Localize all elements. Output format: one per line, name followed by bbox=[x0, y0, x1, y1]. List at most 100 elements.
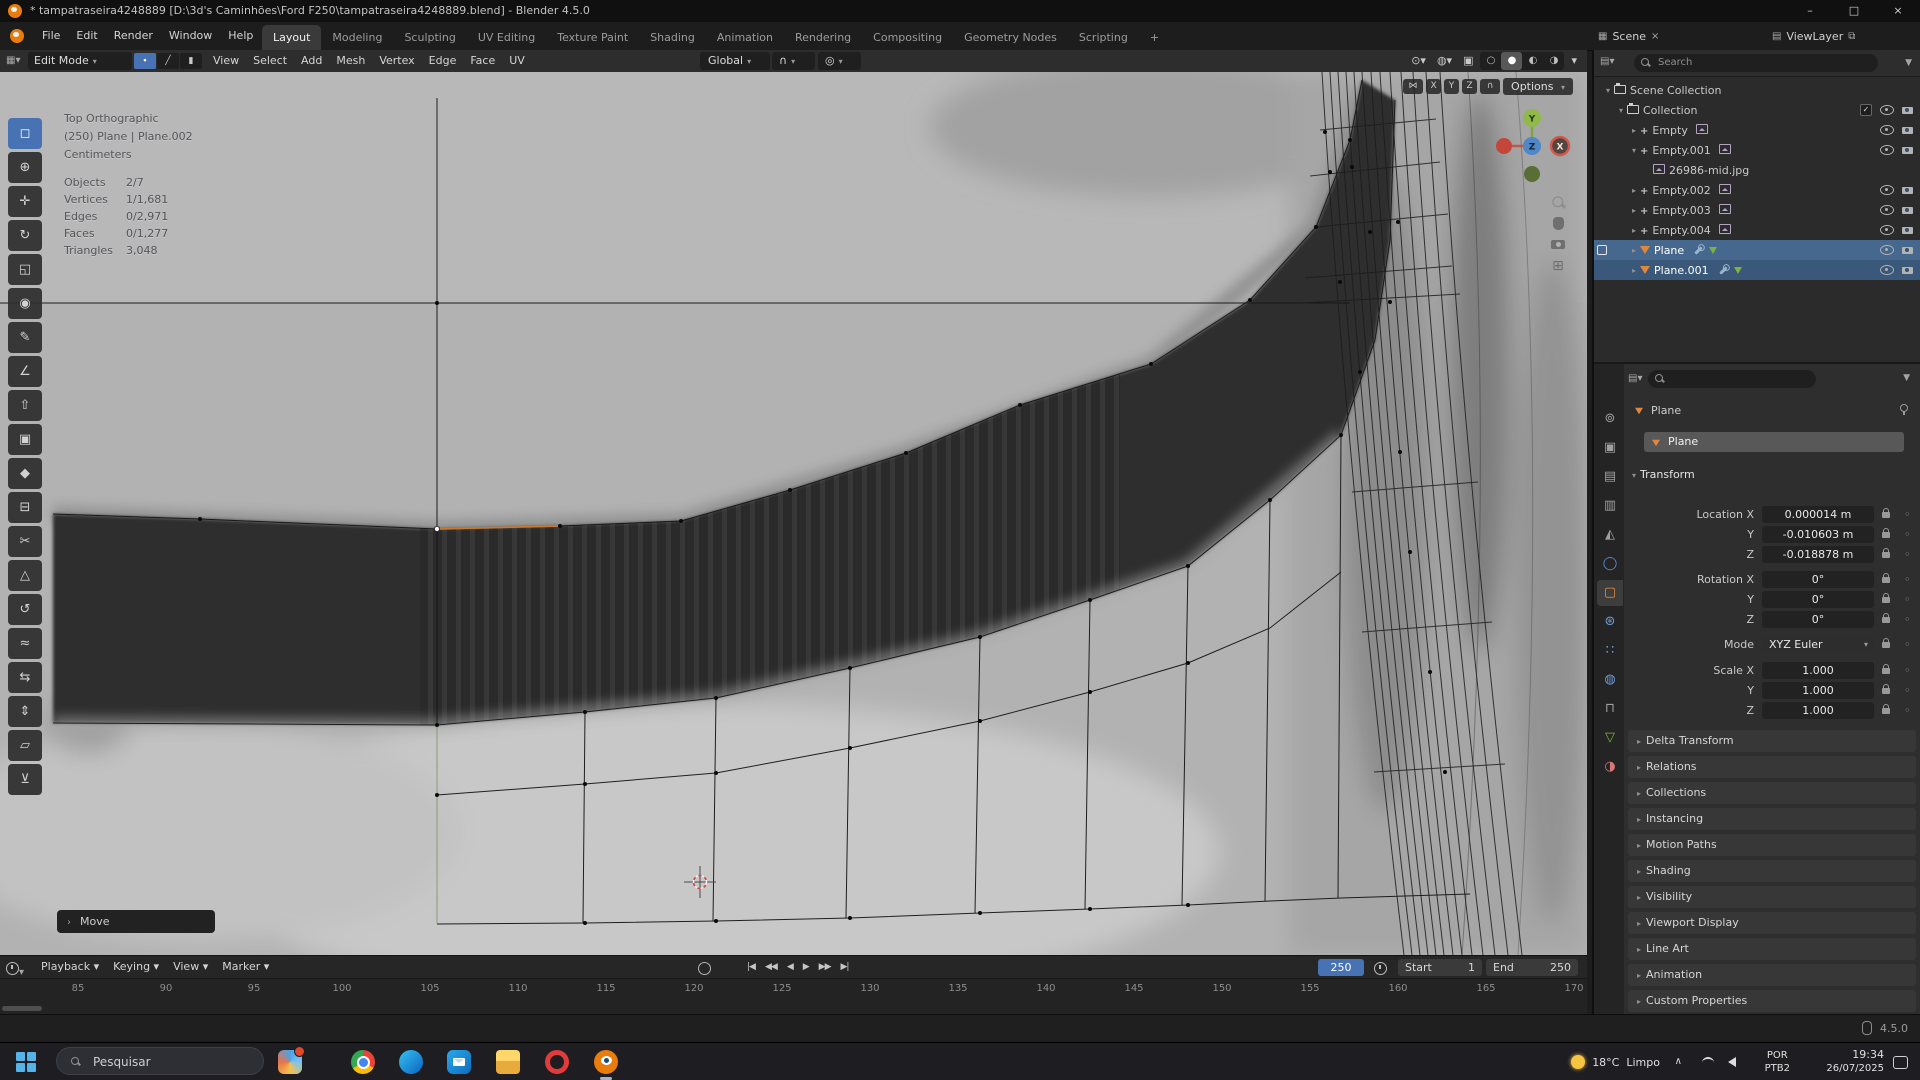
properties-tab-world[interactable]: ◯ bbox=[1597, 551, 1623, 577]
properties-tab-physics[interactable]: ◍ bbox=[1597, 667, 1623, 693]
properties-filter-icon[interactable]: ▼ bbox=[1903, 373, 1910, 383]
properties-tab-material[interactable]: ◑ bbox=[1597, 754, 1623, 780]
scene-unlink-icon[interactable]: × bbox=[1651, 31, 1659, 42]
animate-dot[interactable]: ◦ bbox=[1904, 591, 1911, 609]
value-field[interactable]: 1.000 bbox=[1762, 662, 1874, 679]
camera-icon[interactable] bbox=[1902, 247, 1913, 254]
object-name-field[interactable]: Plane bbox=[1644, 432, 1904, 452]
animate-dot[interactable]: ◦ bbox=[1904, 682, 1911, 700]
viewlayer-selector[interactable]: ▤ ViewLayer ⧉ bbox=[1772, 26, 1855, 46]
viewport-menu-mesh[interactable]: Mesh bbox=[329, 50, 372, 72]
properties-tab-constraints[interactable]: ⊓ bbox=[1597, 696, 1623, 722]
rendered-shading-button[interactable]: ◑ bbox=[1543, 52, 1564, 70]
outliner-row-26986-mid-jpg[interactable]: 26986-mid.jpg bbox=[1594, 160, 1920, 180]
properties-tab-render[interactable]: ▣ bbox=[1597, 435, 1623, 461]
tool-inset-faces[interactable]: ▣ bbox=[8, 424, 42, 455]
properties-tab-modifiers[interactable]: ⊛ bbox=[1597, 609, 1623, 635]
tool-scale[interactable]: ◱ bbox=[8, 254, 42, 285]
wifi-icon[interactable] bbox=[1702, 1057, 1714, 1066]
play-button[interactable]: ▶ bbox=[798, 956, 814, 979]
tool-shrink-fatten[interactable]: ⇕ bbox=[8, 696, 42, 727]
tool-transform[interactable]: ◉ bbox=[8, 288, 42, 319]
prev-keyframe-button[interactable]: ◀◀ bbox=[760, 956, 782, 979]
lock-icon[interactable] bbox=[1882, 708, 1890, 714]
eye-icon[interactable] bbox=[1880, 185, 1894, 195]
jump-to-start-button[interactable]: |◀ bbox=[742, 956, 760, 979]
workspace-tab-compositing[interactable]: Compositing bbox=[862, 25, 953, 50]
viewport-menu-face[interactable]: Face bbox=[463, 50, 502, 72]
value-field[interactable]: -0.010603 m bbox=[1762, 526, 1874, 543]
mirror-z-toggle[interactable]: Z bbox=[1462, 79, 1477, 94]
tool-select-box[interactable]: ◻ bbox=[8, 118, 42, 149]
camera-icon[interactable] bbox=[1902, 107, 1913, 114]
section-line-art[interactable]: ▸Line Art bbox=[1628, 938, 1916, 960]
properties-search-input[interactable] bbox=[1648, 370, 1816, 388]
value-field[interactable]: 0.000014 m bbox=[1762, 506, 1874, 523]
options-dropdown[interactable]: Options ▾ bbox=[1503, 78, 1573, 95]
timeline-scrollbar[interactable] bbox=[2, 1006, 42, 1011]
section-instancing[interactable]: ▸Instancing bbox=[1628, 808, 1916, 830]
pan-hand-icon[interactable] bbox=[1553, 217, 1564, 230]
transform-orientation-dropdown[interactable]: Global▾ bbox=[700, 52, 770, 70]
zoom-icon[interactable] bbox=[1552, 196, 1565, 209]
outliner-row-empty-002[interactable]: ▸+Empty.002 bbox=[1594, 180, 1920, 200]
outliner-row-empty-001[interactable]: ▾+Empty.001 bbox=[1594, 140, 1920, 160]
disclosure-arrow[interactable]: ▸ bbox=[1628, 206, 1640, 215]
section-relations[interactable]: ▸Relations bbox=[1628, 756, 1916, 778]
notification-center-icon[interactable] bbox=[1893, 1056, 1908, 1069]
maximize-button[interactable]: □ bbox=[1832, 0, 1876, 22]
tool-cursor[interactable]: ⊕ bbox=[8, 152, 42, 183]
tool-smooth[interactable]: ≈ bbox=[8, 628, 42, 659]
camera-view-icon[interactable] bbox=[1551, 240, 1565, 249]
mirror-y-toggle[interactable]: Y bbox=[1444, 79, 1459, 94]
tool-annotate[interactable]: ✎ bbox=[8, 322, 42, 353]
workspace-tab-sculpting[interactable]: Sculpting bbox=[393, 25, 466, 50]
viewport-menu-select[interactable]: Select bbox=[246, 50, 294, 72]
vertex-select-button[interactable]: ∙ bbox=[134, 53, 156, 69]
section-delta-transform[interactable]: ▸Delta Transform bbox=[1628, 730, 1916, 752]
mirror-x-toggle[interactable]: X bbox=[1426, 79, 1441, 94]
menu-window[interactable]: Window bbox=[161, 22, 220, 50]
lock-icon[interactable] bbox=[1882, 552, 1890, 558]
auto-keying-toggle[interactable] bbox=[698, 962, 711, 975]
timeline-ruler[interactable]: 8590951001051101151201251301351401451501… bbox=[0, 978, 1587, 1015]
navigation-gizmo[interactable]: Y X Z bbox=[1488, 98, 1584, 198]
properties-tab-tool[interactable]: ⊚ bbox=[1597, 406, 1623, 432]
tray-expand-chevron[interactable]: ∧ bbox=[1675, 1043, 1682, 1080]
wireframe-shading-button[interactable]: ○ bbox=[1480, 52, 1501, 70]
tool-extrude-region[interactable]: ⇧ bbox=[8, 390, 42, 421]
menu-render[interactable]: Render bbox=[106, 22, 161, 50]
checkbox[interactable]: ✓ bbox=[1860, 104, 1872, 116]
pin-icon[interactable] bbox=[1900, 404, 1908, 412]
properties-tab-scene[interactable]: ◭ bbox=[1597, 522, 1623, 548]
clock[interactable]: 19:34 26/07/2025 bbox=[1826, 1048, 1884, 1075]
camera-icon[interactable] bbox=[1902, 127, 1913, 134]
eye-icon[interactable] bbox=[1880, 205, 1894, 215]
tool-shear[interactable]: ▱ bbox=[8, 730, 42, 761]
disclosure-arrow[interactable]: ▾ bbox=[1628, 146, 1640, 155]
properties-editor-icon[interactable]: ▤▾ bbox=[1628, 373, 1642, 384]
outliner-row-empty-004[interactable]: ▸+Empty.004 bbox=[1594, 220, 1920, 240]
mirror-icon[interactable]: ⋈ bbox=[1403, 79, 1423, 94]
value-field[interactable]: 0° bbox=[1762, 611, 1874, 628]
section-shading[interactable]: ▸Shading bbox=[1628, 860, 1916, 882]
show-gizmo-button[interactable]: ⊙▾ bbox=[1407, 52, 1430, 70]
disclosure-arrow[interactable]: ▾ bbox=[1602, 86, 1614, 95]
camera-icon[interactable] bbox=[1902, 227, 1913, 234]
shading-dropdown[interactable]: ▾ bbox=[1567, 52, 1581, 70]
camera-icon[interactable] bbox=[1902, 267, 1913, 274]
minimize-button[interactable]: – bbox=[1788, 0, 1832, 22]
gizmo-x-neg-axis[interactable] bbox=[1496, 138, 1512, 154]
timeline-menu-marker[interactable]: Marker ▾ bbox=[215, 956, 276, 978]
workspace-tab-geometry-nodes[interactable]: Geometry Nodes bbox=[953, 25, 1068, 50]
tool-bevel[interactable]: ◆ bbox=[8, 458, 42, 489]
animate-dot[interactable]: ◦ bbox=[1904, 662, 1911, 680]
tool-edge-slide[interactable]: ⇆ bbox=[8, 662, 42, 693]
disclosure-arrow[interactable]: ▸ bbox=[1628, 266, 1640, 275]
outliner-editor-icon[interactable]: ▤▾ bbox=[1600, 56, 1614, 67]
eye-icon[interactable] bbox=[1880, 145, 1894, 155]
add-workspace-button[interactable]: + bbox=[1139, 25, 1170, 50]
disclosure-arrow[interactable]: ▸ bbox=[1628, 246, 1640, 255]
outliner-row-scene-collection[interactable]: ▾Scene Collection bbox=[1594, 80, 1920, 100]
properties-tab-object-data[interactable]: ▽ bbox=[1597, 725, 1623, 751]
